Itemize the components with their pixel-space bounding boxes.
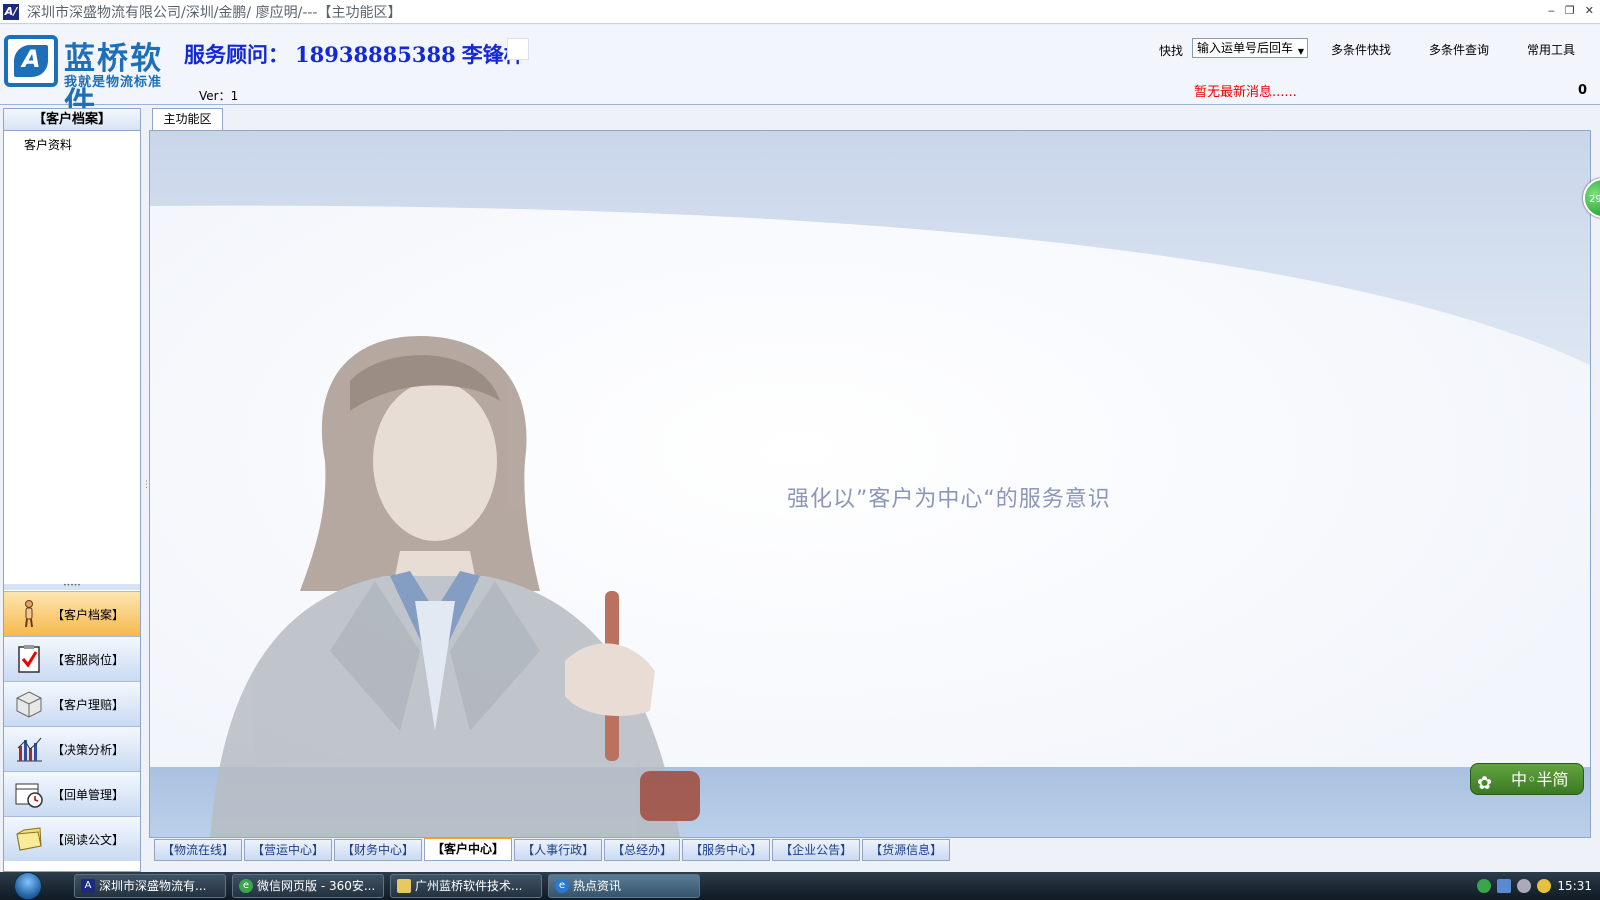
- sidebar-title: 【客户档案】: [4, 109, 140, 131]
- tab-main-function[interactable]: 主功能区: [152, 108, 223, 130]
- module-service-post[interactable]: 【客服岗位】: [4, 636, 140, 681]
- window-controls: ‒ ❐ ✕: [1548, 4, 1594, 17]
- tab-customer-center[interactable]: 【客户中心】: [424, 837, 513, 861]
- multi-quickfind-button[interactable]: 多条件快找: [1331, 41, 1391, 58]
- window-title: 深圳市深盛物流有限公司/深圳/金鹏/ 廖应明/---【主功能区】: [27, 4, 402, 21]
- panel-resize-grip[interactable]: ⋮: [142, 480, 151, 500]
- taskbar: A 深圳市深盛物流有... e 微信网页版 - 360安... 广州蓝桥软件技术…: [0, 872, 1600, 900]
- tab-service-center[interactable]: 【服务中心】: [682, 839, 771, 861]
- sidebar: 【客户档案】 客户资料 ••••• 【客户档案】 【客服岗位】 【客户理赔】 【…: [3, 108, 141, 872]
- bar-chart-icon: [14, 734, 44, 764]
- module-label: 【决策分析】: [52, 742, 125, 757]
- tab-general-office[interactable]: 【总经办】: [604, 839, 681, 861]
- multi-query-button[interactable]: 多条件查询: [1429, 41, 1489, 58]
- version-label: Ver：1: [199, 89, 239, 103]
- folder-icon: [397, 879, 411, 893]
- box-icon: [14, 689, 44, 719]
- app-icon: A: [81, 879, 95, 893]
- chevron-down-icon[interactable]: ▼: [1298, 45, 1304, 59]
- module-label: 【回单管理】: [52, 787, 125, 802]
- logo-slogan: 我就是物流标准: [64, 75, 163, 90]
- taskbar-item-folder[interactable]: 广州蓝桥软件技术...: [390, 874, 542, 898]
- header: A 蓝桥软件 我就是物流标准 服务顾问： 18938885388 李锋梓 Ver：1…: [0, 25, 1600, 122]
- tab-hr-admin[interactable]: 【人事行政】: [514, 839, 603, 861]
- folder-icon: [14, 824, 44, 854]
- sidebar-item-customer-info[interactable]: 客户资料: [4, 131, 140, 153]
- module-label: 【客服岗位】: [52, 652, 125, 667]
- tab-cargo-info[interactable]: 【货源信息】: [862, 839, 951, 861]
- task-label: 深圳市深盛物流有...: [99, 879, 207, 893]
- task-label: 热点资讯: [573, 879, 622, 893]
- taskbar-item-wechat[interactable]: e 微信网页版 - 360安...: [232, 874, 384, 898]
- quickfind-value: 输入运单号后回车: [1197, 41, 1294, 55]
- chat-icon[interactable]: [1537, 879, 1552, 893]
- company-logo: A 蓝桥软件 我就是物流标准: [4, 35, 172, 122]
- blank-box: [507, 38, 529, 60]
- volume-icon[interactable]: [1517, 879, 1532, 893]
- consultant-label: 服务顾问：: [184, 42, 289, 67]
- start-button[interactable]: [0, 872, 54, 900]
- module-customer-archive[interactable]: 【客户档案】: [4, 591, 140, 636]
- banner-slogan: 强化以”客户为中心“的服务意识: [787, 487, 1111, 512]
- module-customer-claims[interactable]: 【客户理赔】: [4, 681, 140, 726]
- consultant-phone: 18938885388: [295, 42, 456, 67]
- logo-mark-icon: A: [4, 35, 58, 87]
- bottom-tab-bar: 【物流在线】 【营运中心】 【财务中心】 【客户中心】 【人事行政】 【总经办】…: [150, 837, 1590, 863]
- browser-360-icon: e: [239, 879, 253, 893]
- tab-operations-center[interactable]: 【营运中心】: [244, 839, 333, 861]
- windows-logo-icon: [14, 872, 42, 900]
- network-icon[interactable]: [1497, 879, 1512, 893]
- minimize-button[interactable]: ‒: [1548, 4, 1555, 17]
- module-receipt-management[interactable]: 【回单管理】: [4, 771, 140, 816]
- person-icon: [14, 599, 44, 629]
- browser-360-icon[interactable]: [1477, 879, 1492, 893]
- module-label: 【阅读公文】: [52, 832, 125, 847]
- module-decision-analysis[interactable]: 【决策分析】: [4, 726, 140, 771]
- tab-logistics-online[interactable]: 【物流在线】: [154, 839, 243, 861]
- clock[interactable]: 15:31: [1557, 879, 1592, 893]
- restore-button[interactable]: ❐: [1565, 4, 1575, 17]
- sidebar-splitter[interactable]: •••••: [4, 583, 140, 590]
- taskbar-item-app[interactable]: A 深圳市深盛物流有...: [74, 874, 226, 898]
- floating-badge-count: 29: [1589, 194, 1600, 205]
- ime-indicator[interactable]: ✿ 中◦半简: [1470, 763, 1584, 795]
- flower-icon: ✿: [1477, 773, 1493, 794]
- clipboard-check-icon: [14, 644, 44, 674]
- ime-text: 中◦半简: [1511, 770, 1569, 789]
- module-label: 【客户理赔】: [52, 697, 125, 712]
- common-tools-button[interactable]: 常用工具: [1527, 41, 1575, 58]
- calendar-clock-icon: [14, 779, 44, 809]
- tab-company-notice[interactable]: 【企业公告】: [772, 839, 861, 861]
- module-label: 【客户档案】: [52, 607, 125, 622]
- module-read-documents[interactable]: 【阅读公文】: [4, 816, 140, 861]
- message-counter: 0: [1578, 83, 1588, 98]
- news-ticker[interactable]: 暂无最新消息......: [1194, 81, 1297, 100]
- module-list: 【客户档案】 【客服岗位】 【客户理赔】 【决策分析】 【回单管理】 【阅读公文…: [4, 591, 140, 861]
- consultant-info: 服务顾问： 18938885388 李锋梓: [184, 39, 525, 69]
- task-label: 微信网页版 - 360安...: [257, 879, 376, 893]
- system-tray: 15:31: [1477, 872, 1600, 900]
- close-button[interactable]: ✕: [1585, 4, 1594, 17]
- taskbar-item-news[interactable]: e 热点资讯: [548, 874, 700, 898]
- title-bar: A/ 深圳市深盛物流有限公司/深圳/金鹏/ 廖应明/---【主功能区】 ‒ ❐ …: [0, 0, 1600, 24]
- quickfind-label: 快找: [1159, 44, 1184, 58]
- app-icon: A/: [3, 3, 19, 20]
- main-content: 强化以”客户为中心“的服务意识 ✿ 中◦半简: [149, 130, 1591, 838]
- task-label: 广州蓝桥软件技术...: [415, 879, 523, 893]
- ie-icon: e: [555, 879, 569, 893]
- tab-finance-center[interactable]: 【财务中心】: [334, 839, 423, 861]
- quickfind-input[interactable]: 输入运单号后回车 ▼: [1192, 38, 1308, 58]
